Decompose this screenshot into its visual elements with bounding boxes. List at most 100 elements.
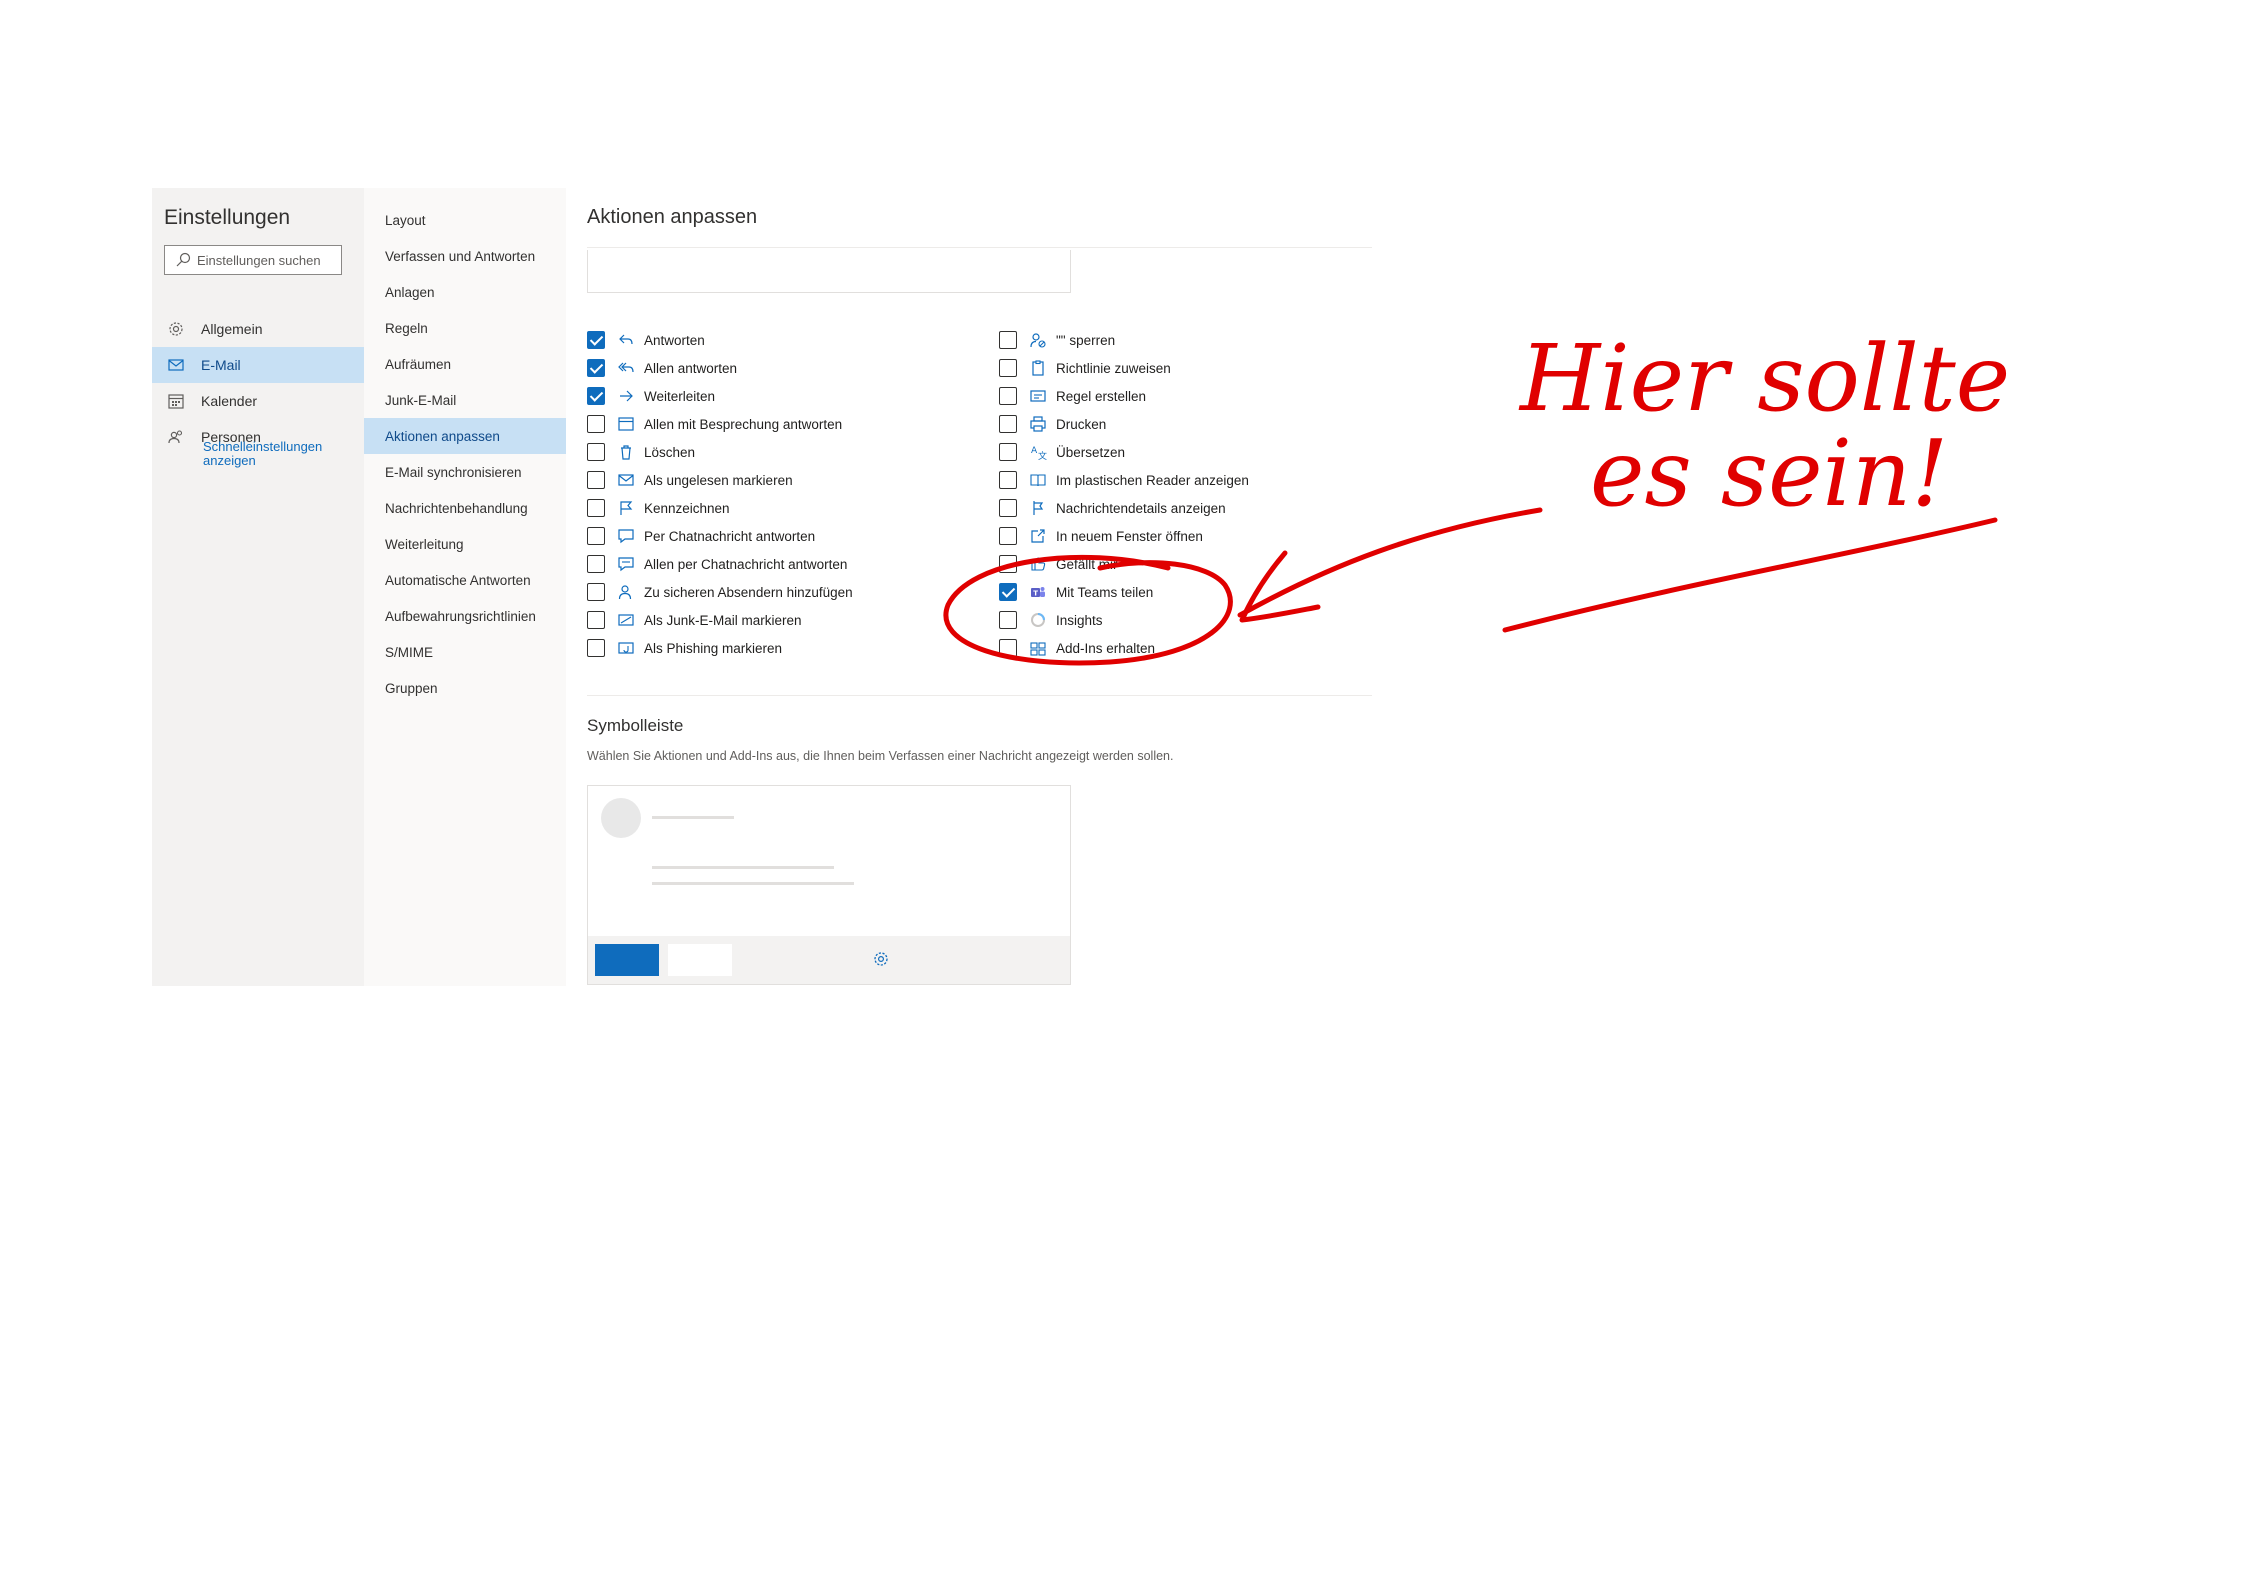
details-icon [1033, 501, 1044, 515]
action-mark-phishing[interactable]: Als Phishing markieren [587, 638, 782, 658]
action-insights[interactable]: Insights [999, 610, 1103, 630]
reply-icon [619, 334, 633, 345]
reply-all-icon [618, 362, 634, 373]
subnav-automatic-replies[interactable]: Automatische Antworten [364, 562, 566, 598]
text-placeholder [652, 882, 854, 885]
subnav-groups[interactable]: Gruppen [364, 670, 566, 706]
checkbox[interactable] [999, 555, 1017, 573]
subnav-layout[interactable]: Layout [364, 202, 566, 238]
quick-settings-link[interactable]: Schnelleinstellungen anzeigen [203, 440, 343, 468]
action-print[interactable]: Drucken [999, 414, 1106, 434]
action-share-teams[interactable]: T Mit Teams teilen [999, 582, 1153, 602]
checkbox[interactable] [587, 471, 605, 489]
checkbox[interactable] [999, 331, 1017, 349]
action-open-new-window[interactable]: In neuem Fenster öffnen [999, 526, 1203, 546]
subnav-forwarding[interactable]: Weiterleitung [364, 526, 566, 562]
checkbox[interactable] [999, 443, 1017, 461]
action-mark-unread[interactable]: Als ungelesen markieren [587, 470, 793, 490]
checkbox[interactable] [999, 359, 1017, 377]
checkbox[interactable] [999, 471, 1017, 489]
calendar-reply-icon [618, 417, 634, 431]
subnav-message-handling[interactable]: Nachrichtenbehandlung [364, 490, 566, 526]
action-delete[interactable]: Löschen [587, 442, 695, 462]
checkbox[interactable] [999, 499, 1017, 517]
action-reply-all-chat[interactable]: Allen per Chatnachricht antworten [587, 554, 847, 574]
action-label: Kennzeichnen [644, 500, 730, 516]
print-icon [1030, 416, 1046, 432]
checkbox[interactable] [999, 415, 1017, 433]
page-title: Aktionen anpassen [587, 206, 758, 228]
checkbox[interactable] [999, 527, 1017, 545]
checkbox[interactable] [587, 359, 605, 377]
subnav-rules[interactable]: Regeln [364, 310, 566, 346]
mail-unread-icon [618, 474, 634, 486]
checkbox[interactable] [587, 527, 605, 545]
action-label: Insights [1056, 612, 1103, 628]
action-flag[interactable]: Kennzeichnen [587, 498, 730, 518]
action-reply-chat[interactable]: Per Chatnachricht antworten [587, 526, 815, 546]
checkbox[interactable] [587, 443, 605, 461]
subnav-label: Gruppen [385, 680, 438, 696]
action-block-sender[interactable]: "" sperren [999, 330, 1115, 350]
insights-icon [1031, 613, 1045, 627]
checkbox[interactable] [587, 387, 605, 405]
gear-icon[interactable] [872, 950, 890, 968]
mail-icon [168, 359, 184, 371]
action-label: Weiterleiten [644, 388, 716, 404]
checkbox[interactable] [999, 639, 1017, 657]
reader-icon [1030, 474, 1046, 487]
delete-icon [621, 445, 631, 460]
action-reply-all[interactable]: Allen antworten [587, 358, 737, 378]
action-label: Gefällt mir [1056, 556, 1118, 572]
checkbox[interactable] [999, 611, 1017, 629]
email-settings-subnav: Layout Verfassen und Antworten Anlagen R… [364, 188, 566, 986]
settings-search-box[interactable] [164, 245, 342, 275]
action-add-safe-sender[interactable]: Zu sicheren Absendern hinzufügen [587, 582, 853, 602]
action-forward[interactable]: Weiterleiten [587, 386, 715, 406]
text-placeholder [652, 816, 734, 819]
checkbox[interactable] [587, 583, 605, 601]
svg-text:文: 文 [1038, 450, 1047, 461]
checkbox[interactable] [587, 611, 605, 629]
action-get-add-ins[interactable]: Add-Ins erhalten [999, 638, 1155, 658]
action-assign-policy[interactable]: Richtlinie zuweisen [999, 358, 1171, 378]
subnav-customize-actions[interactable]: Aktionen anpassen [364, 418, 566, 454]
category-email[interactable]: E-Mail [152, 347, 364, 383]
subnav-label: Weiterleitung [385, 536, 464, 552]
subnav-label: Regeln [385, 320, 428, 336]
subnav-retention-policies[interactable]: Aufbewahrungsrichtlinien [364, 598, 566, 634]
rule-icon [1030, 390, 1046, 402]
settings-search-input[interactable] [197, 252, 337, 268]
action-reply[interactable]: Antworten [587, 330, 705, 350]
checkbox[interactable] [587, 499, 605, 517]
subnav-sync-email[interactable]: E-Mail synchronisieren [364, 454, 566, 490]
teams-icon: T [1031, 587, 1045, 598]
svg-text:T: T [1033, 590, 1038, 598]
outlook-settings-window: Einstellungen Allgemein E-Mail [152, 188, 1372, 986]
subnav-attachments[interactable]: Anlagen [364, 274, 566, 310]
action-create-rule[interactable]: Regel erstellen [999, 386, 1146, 406]
action-label: Richtlinie zuweisen [1056, 360, 1171, 376]
subnav-smime[interactable]: S/MIME [364, 634, 566, 670]
subnav-junk-email[interactable]: Junk-E-Mail [364, 382, 566, 418]
checkbox[interactable] [999, 387, 1017, 405]
avatar-placeholder [601, 798, 641, 838]
checkbox[interactable] [587, 331, 605, 349]
action-mark-junk[interactable]: Als Junk-E-Mail markieren [587, 610, 802, 630]
category-kalender[interactable]: Kalender [152, 383, 364, 419]
checkbox[interactable] [587, 555, 605, 573]
checkbox[interactable] [587, 415, 605, 433]
underline-stroke [1502, 517, 1998, 633]
action-translate[interactable]: A文 Übersetzen [999, 442, 1125, 462]
action-reply-with-meeting[interactable]: Allen mit Besprechung antworten [587, 414, 842, 434]
action-label: Im plastischen Reader anzeigen [1056, 472, 1249, 488]
subnav-sweep[interactable]: Aufräumen [364, 346, 566, 382]
action-immersive-reader[interactable]: Im plastischen Reader anzeigen [999, 470, 1249, 490]
action-like[interactable]: Gefällt mir [999, 554, 1118, 574]
action-message-details[interactable]: Nachrichtendetails anzeigen [999, 498, 1226, 518]
subnav-compose-reply[interactable]: Verfassen und Antworten [364, 238, 566, 274]
checkbox[interactable] [999, 583, 1017, 601]
checkbox[interactable] [587, 639, 605, 657]
category-allgemein[interactable]: Allgemein [152, 311, 364, 347]
subnav-label: Aktionen anpassen [385, 428, 500, 444]
